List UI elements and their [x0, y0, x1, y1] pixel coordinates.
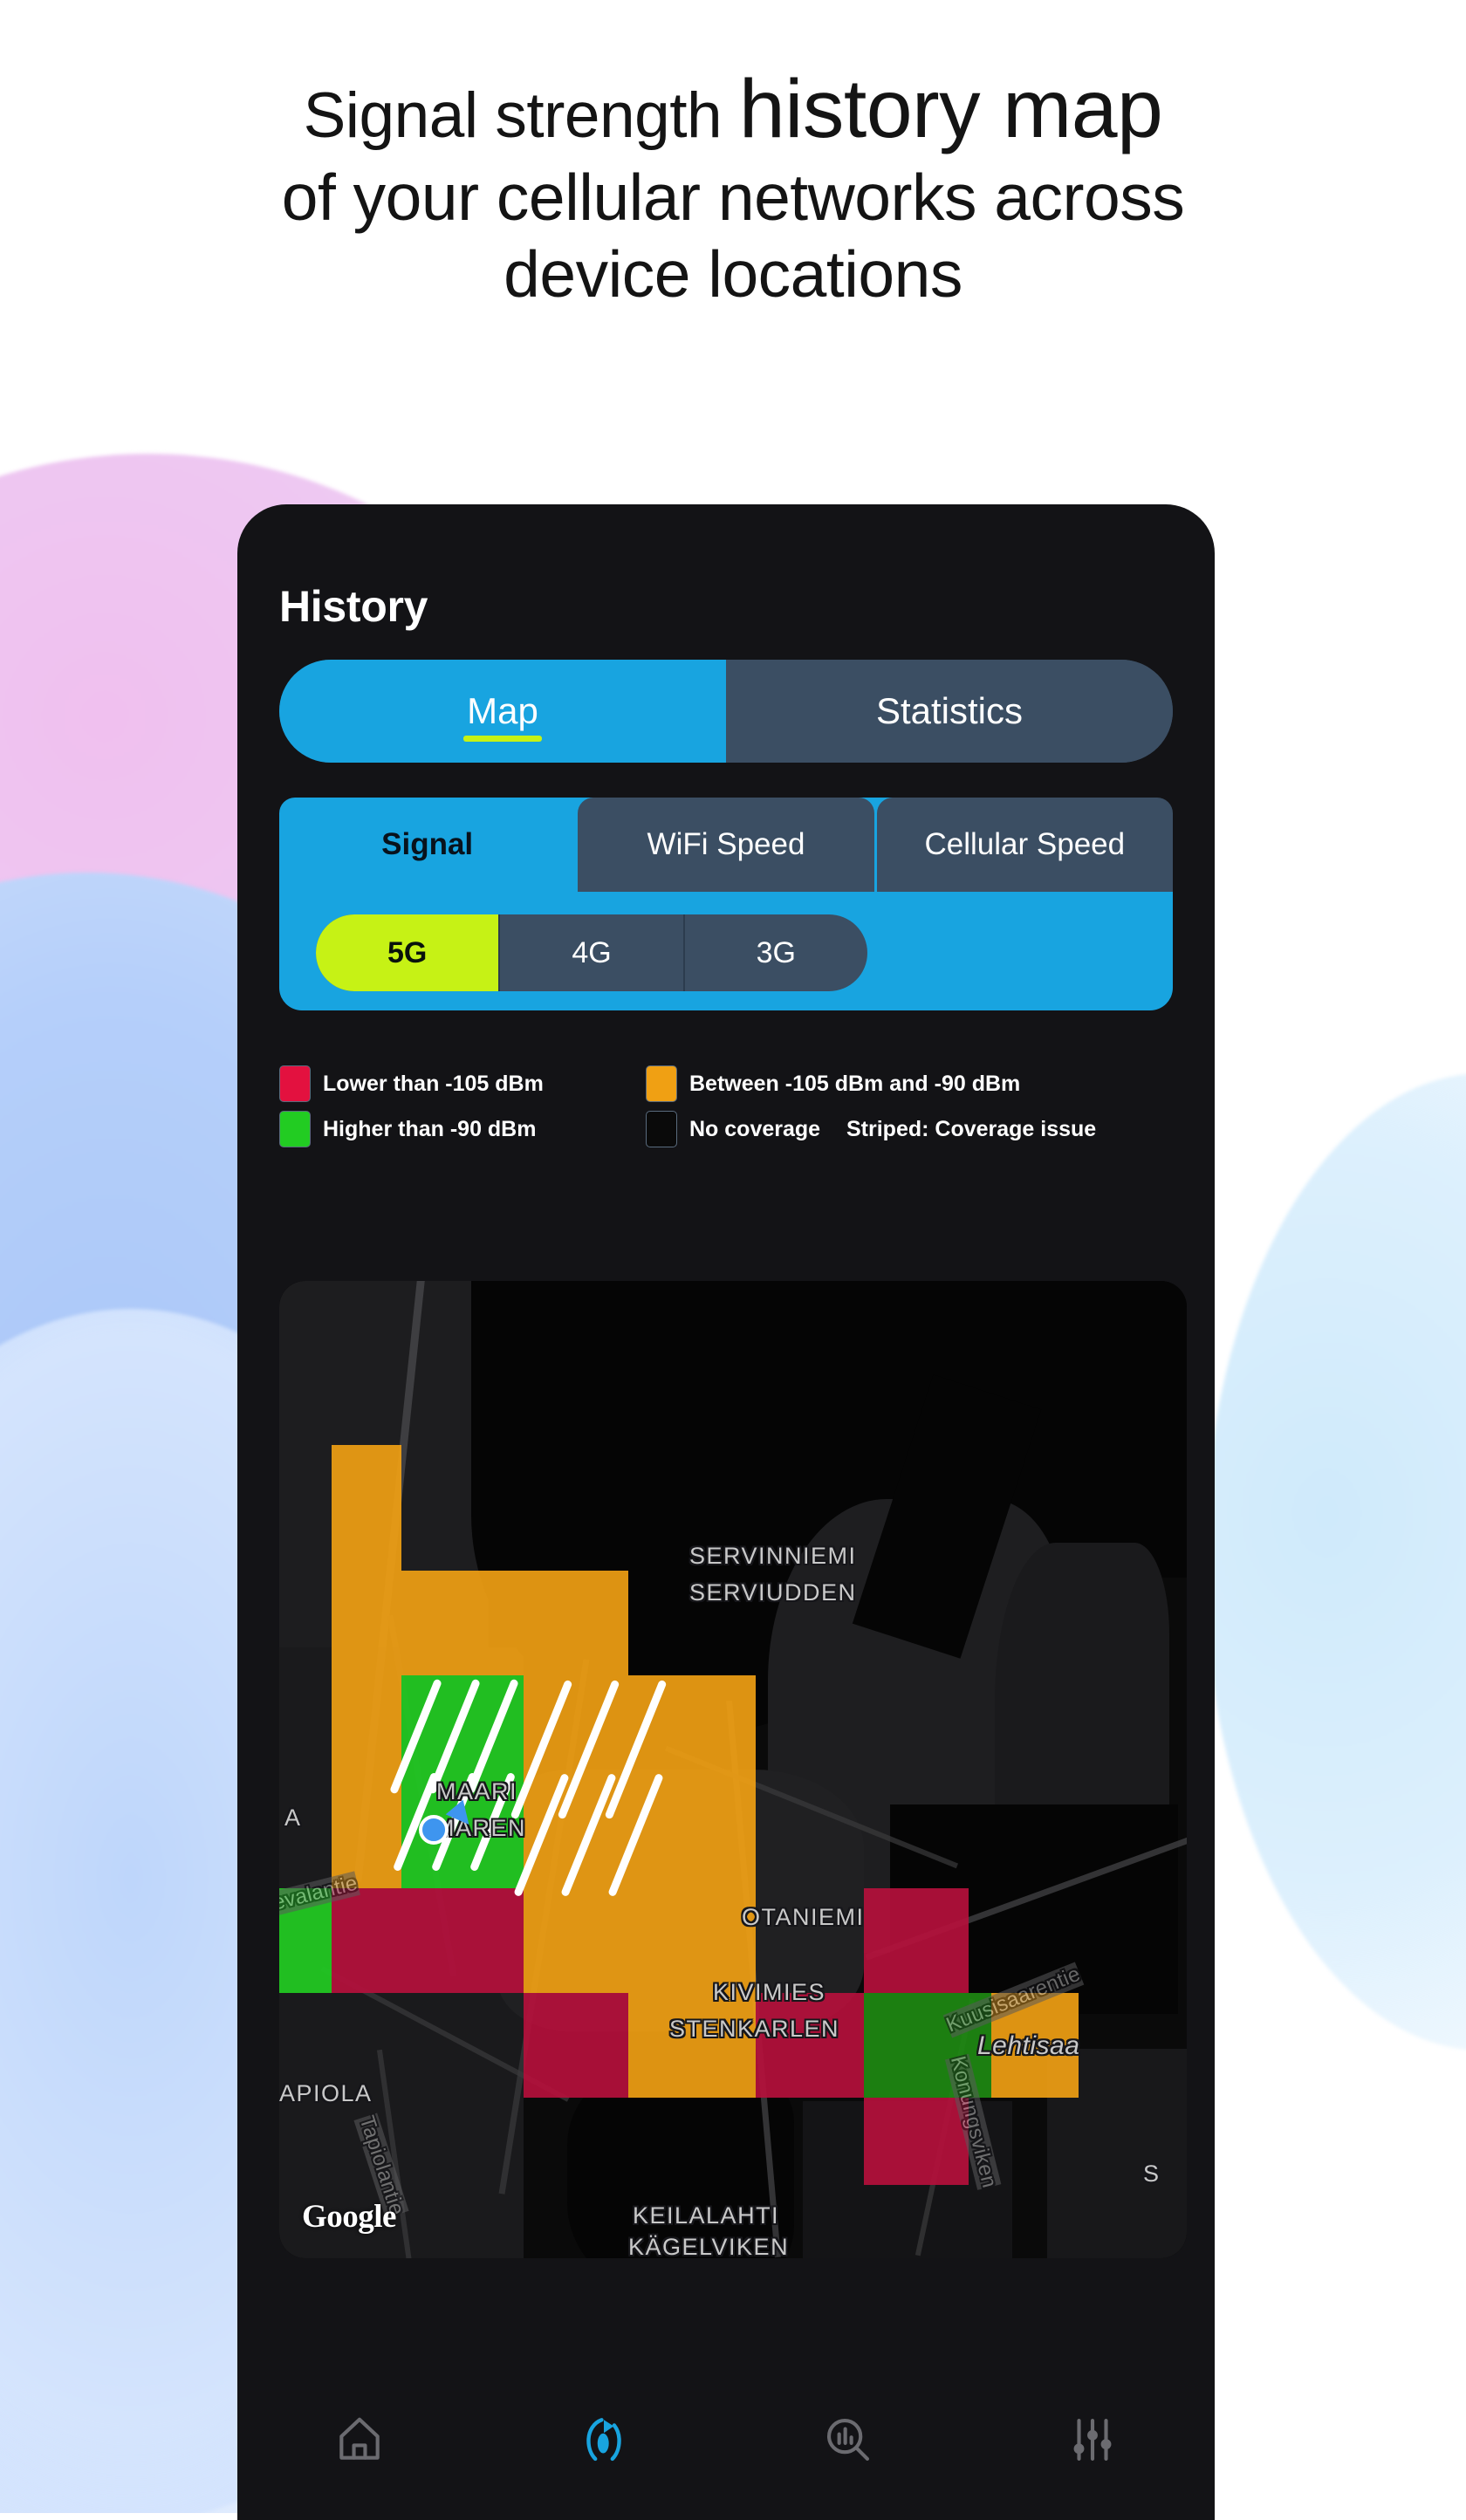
sliders-icon	[1065, 2413, 1120, 2471]
map-place-label: A	[284, 1804, 302, 1831]
legend-swatch-high-icon	[279, 1111, 311, 1147]
speedometer-icon	[577, 2413, 631, 2471]
primary-tab-bar: Map Statistics	[279, 660, 1173, 763]
signal-grid-cell	[401, 1571, 524, 1675]
legend-label-none: No coverage	[689, 1116, 821, 1141]
map-place-label: OTANIEMI	[742, 1904, 865, 1930]
map-place-label: SERVINNIEMI	[689, 1543, 857, 1569]
home-icon	[332, 2413, 387, 2471]
segment-4g[interactable]: 4G	[500, 914, 685, 991]
headline-part-emphasis: history map	[738, 63, 1163, 155]
map-place-label: STENKARLEN	[669, 2016, 840, 2042]
network-generation-selector: 5G 4G 3G	[316, 914, 867, 991]
headline-line-2: of your cellular networks across	[281, 161, 1185, 235]
headline-part-thin: Signal strength	[303, 80, 739, 151]
map-place-label: S	[1143, 2160, 1161, 2187]
legend-item-low: Lower than -105 dBm	[279, 1065, 646, 1102]
signal-grid-cell	[401, 1888, 524, 1993]
legend-label-low: Lower than -105 dBm	[323, 1071, 544, 1096]
legend-row-1: Lower than -105 dBm Between -105 dBm and…	[279, 1061, 1173, 1106]
marketing-headline: Signal strength history map of your cell…	[0, 63, 1466, 311]
tab-signal[interactable]: Signal	[279, 798, 576, 892]
signal-grid-cell	[864, 2098, 969, 2185]
legend-swatch-none-icon	[646, 1111, 677, 1147]
signal-grid-cell	[864, 1888, 969, 1993]
tab-map[interactable]: Map	[279, 660, 726, 763]
signal-grid-cell	[756, 1993, 864, 2098]
legend-note-striped: Striped: Coverage issue	[846, 1116, 1097, 1141]
segment-3g[interactable]: 3G	[685, 914, 867, 991]
nav-item-speedometer[interactable]	[482, 2413, 726, 2471]
map-place-label: KEILALAHTI	[633, 2202, 780, 2229]
analytics-search-icon	[821, 2413, 875, 2471]
map-place-label: MAARI	[436, 1778, 518, 1804]
map-place-label: KÄGELVIKEN	[628, 2234, 790, 2258]
phone-mockup: History Map Statistics Signal WiFi Speed…	[237, 504, 1215, 2520]
current-location-dot-icon	[419, 1815, 449, 1845]
blue-right-blob	[1204, 1073, 1466, 2051]
map-island-label: Lehtisaa	[977, 2031, 1080, 2060]
headline-line-1: Signal strength history map	[0, 63, 1466, 155]
legend-item-mid: Between -105 dBm and -90 dBm	[646, 1065, 1020, 1102]
tab-statistics[interactable]: Statistics	[726, 660, 1173, 763]
map-place-label: KIVIMIES	[713, 1979, 826, 2005]
signal-grid-cell	[628, 1993, 756, 2098]
signal-grid-cell	[524, 1571, 628, 1675]
signal-grid-cell	[332, 1571, 401, 1675]
coverage-map[interactable]: SERVINNIEMI SERVIUDDEN MAARI MAREN A OTANIEMI…	[279, 1281, 1187, 2258]
nav-item-settings[interactable]	[970, 2413, 1215, 2471]
nav-item-analytics[interactable]	[726, 2413, 970, 2471]
legend-item-none: No coverage	[646, 1111, 846, 1147]
legend-label-high: Higher than -90 dBm	[323, 1116, 537, 1141]
signal-grid-cell	[332, 1888, 401, 1993]
signal-grid-cell	[524, 1993, 628, 2098]
legend-row-2: Higher than -90 dBm No coverage Striped:…	[279, 1106, 1173, 1152]
tab-map-label: Map	[467, 690, 538, 731]
map-place-label: APIOLA	[279, 2080, 373, 2106]
signal-legend: Lower than -105 dBm Between -105 dBm and…	[279, 1061, 1173, 1152]
nav-item-home[interactable]	[237, 2413, 482, 2471]
signal-grid-cell	[628, 1888, 756, 1993]
page-title: History	[279, 582, 428, 631]
segment-5g[interactable]: 5G	[316, 914, 501, 991]
signal-grid-cell	[524, 1888, 628, 1993]
signal-grid-overlay	[279, 1281, 1187, 2258]
signal-grid-cell	[332, 1782, 401, 1888]
legend-swatch-low-icon	[279, 1065, 311, 1102]
metric-filter-panel: Signal WiFi Speed Cellular Speed 5G 4G 3…	[279, 798, 1173, 1010]
headline-line-3: device locations	[504, 237, 962, 312]
google-attribution: Google	[302, 2199, 396, 2235]
legend-item-high: Higher than -90 dBm	[279, 1111, 646, 1147]
tab-statistics-label: Statistics	[875, 690, 1024, 731]
tab-wifi-speed[interactable]: WiFi Speed	[578, 798, 874, 892]
map-place-label: SERVIUDDEN	[689, 1579, 857, 1606]
tab-map-active-underline	[463, 736, 542, 742]
tab-cellular-speed[interactable]: Cellular Speed	[876, 798, 1173, 892]
signal-grid-cell	[332, 1445, 401, 1571]
secondary-tab-bar: Signal WiFi Speed Cellular Speed	[279, 798, 1173, 892]
signal-grid-cell	[332, 1675, 401, 1782]
bottom-navigation-bar	[237, 2363, 1215, 2520]
legend-swatch-mid-icon	[646, 1065, 677, 1102]
legend-label-mid: Between -105 dBm and -90 dBm	[689, 1071, 1021, 1096]
